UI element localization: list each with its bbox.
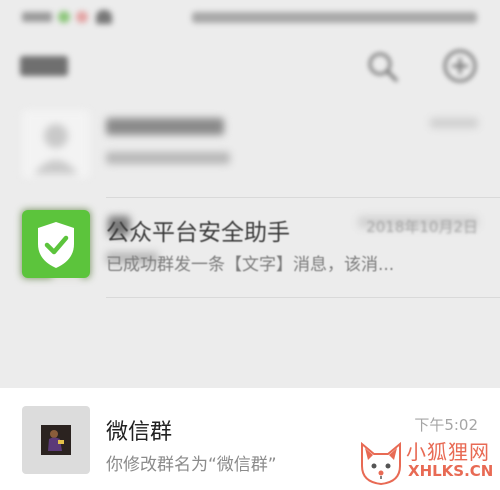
watermark-domain: XHLKS.CN xyxy=(408,462,494,480)
top-bar xyxy=(0,34,500,98)
notification-dot-icon xyxy=(58,11,70,23)
watermark-name: 小狐狸网 xyxy=(406,440,490,464)
shield-check-icon xyxy=(22,210,90,278)
chat-preview xyxy=(106,152,230,164)
status-left-indicators xyxy=(22,9,114,25)
fox-logo-icon xyxy=(356,436,406,486)
add-icon[interactable] xyxy=(442,48,478,84)
chat-preview: 你修改群名为“微信群” xyxy=(106,455,277,475)
chat-time: 2018年10月2日 xyxy=(366,218,478,236)
chat-time xyxy=(430,118,478,128)
status-bar xyxy=(0,0,500,34)
chat-name: 公众平台安全助手 xyxy=(106,220,290,246)
status-right-indicators xyxy=(192,12,477,23)
group-member-thumbnail xyxy=(41,425,71,455)
notification-dot-icon xyxy=(76,11,88,23)
group-avatar xyxy=(22,406,90,474)
search-icon[interactable] xyxy=(366,50,400,84)
signal-icon xyxy=(22,12,52,22)
app-title xyxy=(20,56,68,76)
chat-name: 微信群 xyxy=(106,420,173,445)
chat-preview: 已成功群发一条【文字】消息，该消... xyxy=(106,255,395,275)
divider xyxy=(106,297,500,298)
wifi-icon xyxy=(96,10,112,24)
contact-avatar xyxy=(22,110,90,178)
watermark: 小狐狸网 XHLKS.CN xyxy=(356,432,500,488)
chat-name xyxy=(106,118,224,135)
chat-row[interactable] xyxy=(0,98,500,198)
